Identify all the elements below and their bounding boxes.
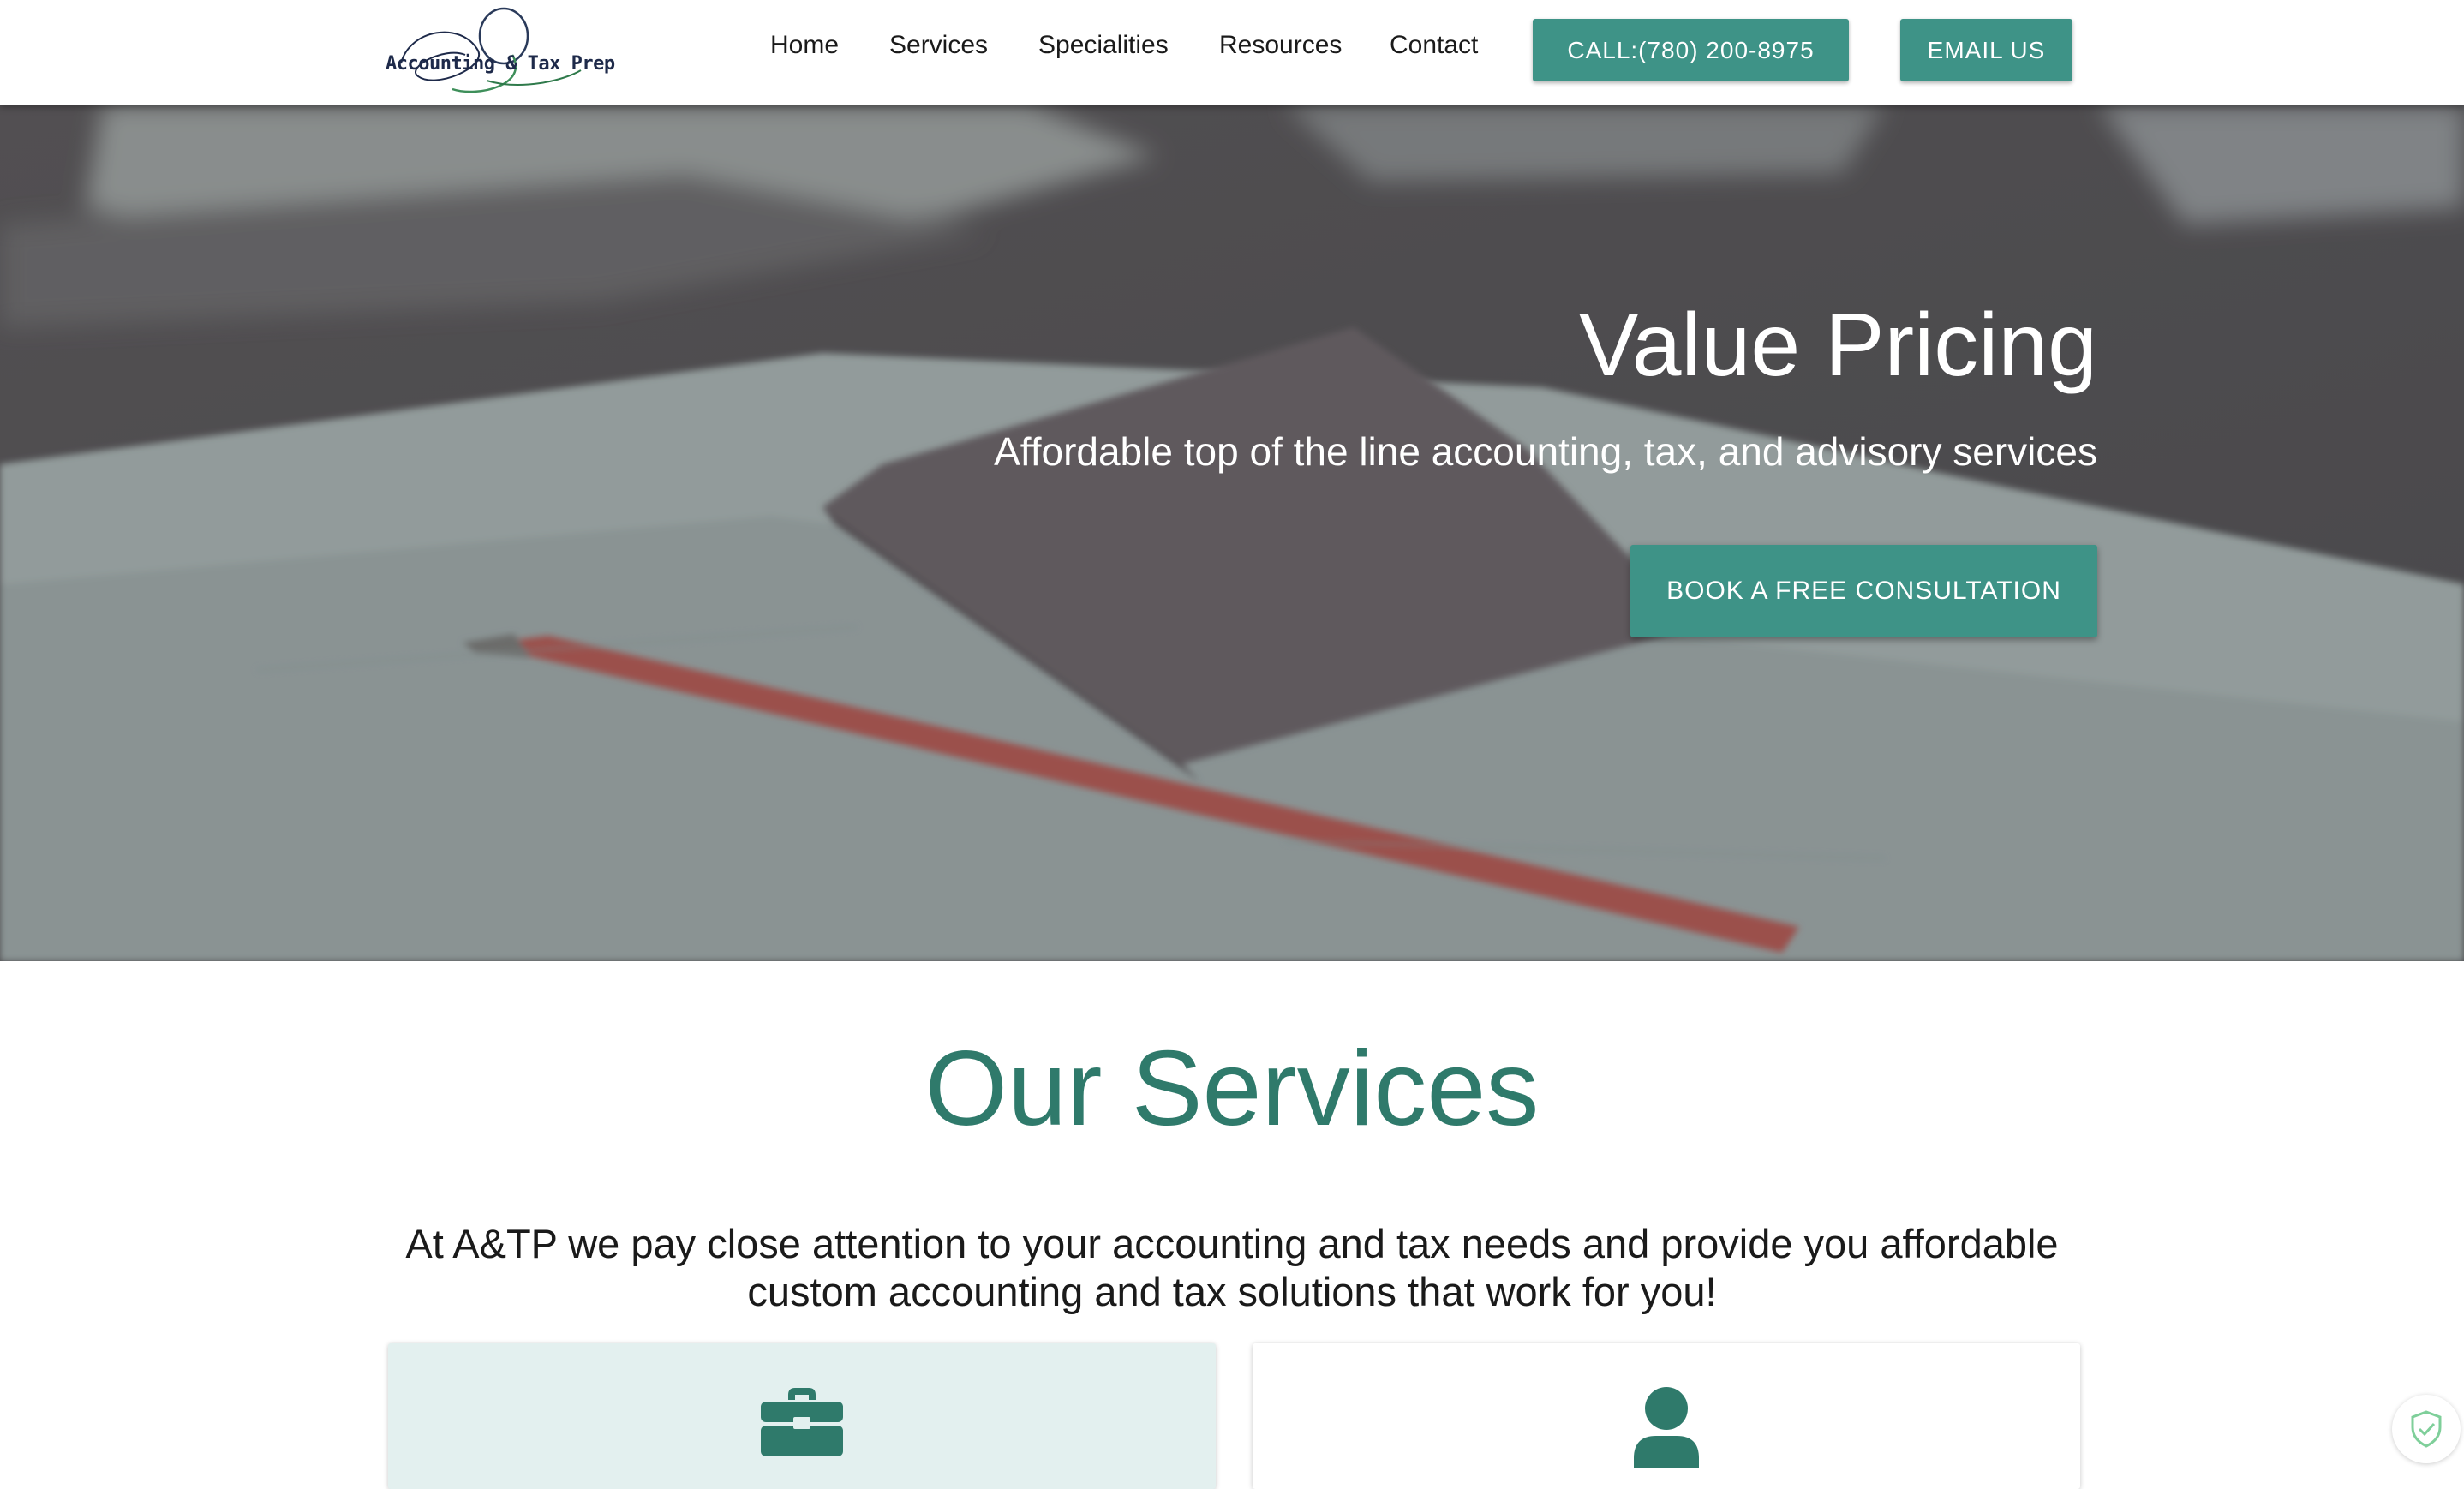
book-consultation-button[interactable]: BOOK A FREE CONSULTATION <box>1630 545 2097 637</box>
hero-overlay <box>0 105 2464 961</box>
nav-specialities[interactable]: Specialities <box>1038 31 1169 60</box>
security-badge[interactable] <box>2392 1395 2461 1463</box>
nav-home[interactable]: Home <box>770 31 839 60</box>
service-card-business[interactable] <box>388 1343 1216 1489</box>
nav-contact[interactable]: Contact <box>1390 31 1478 60</box>
hero-subtitle: Affordable top of the line accounting, t… <box>994 429 2097 474</box>
hero-title: Value Pricing <box>1578 296 2097 395</box>
email-button[interactable]: EMAIL US <box>1900 19 2072 81</box>
service-card-personal[interactable] <box>1253 1343 2080 1489</box>
user-icon <box>1634 1387 1699 1468</box>
main-nav: Home Services Specialities Resources Con… <box>0 31 2464 69</box>
services-title: Our Services <box>924 1030 1540 1148</box>
nav-resources[interactable]: Resources <box>1219 31 1342 60</box>
nav-services[interactable]: Services <box>889 31 988 60</box>
shield-check-icon <box>2411 1410 2442 1448</box>
briefcase-icon <box>761 1388 843 1456</box>
call-button[interactable]: CALL:(780) 200-8975 <box>1533 19 1849 81</box>
hero-banner: Value Pricing Affordable top of the line… <box>0 105 2464 961</box>
site-header: Accounting & Tax Prep Home Services Spec… <box>0 0 2464 105</box>
services-intro: At A&TP we pay close attention to your a… <box>405 1221 2059 1314</box>
